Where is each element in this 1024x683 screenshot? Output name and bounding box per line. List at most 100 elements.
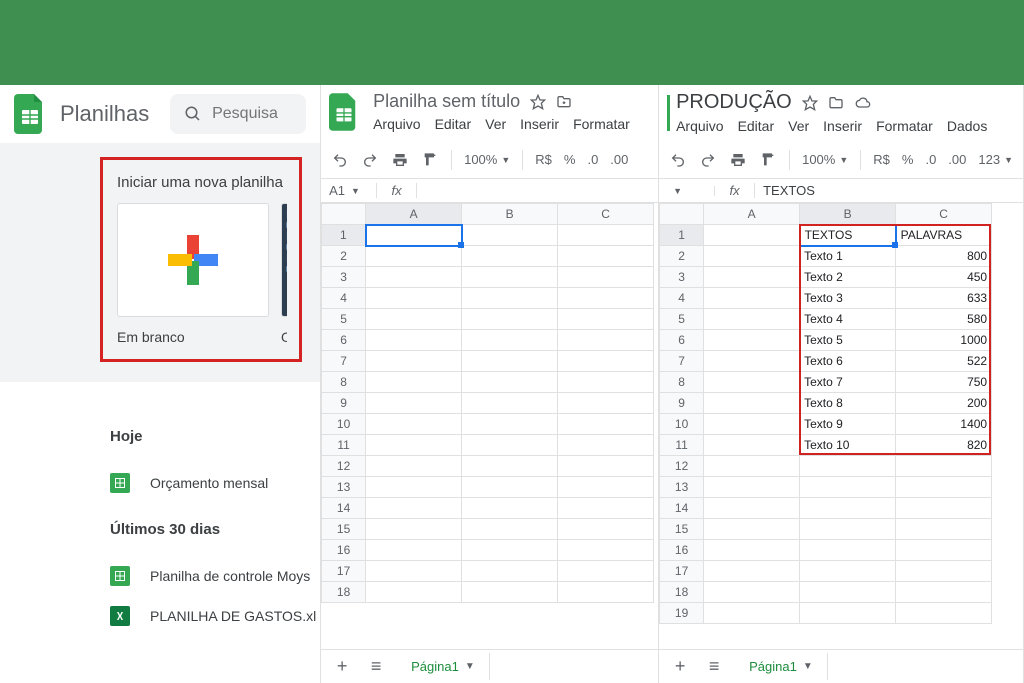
cell[interactable] [558, 477, 654, 498]
star-icon[interactable] [802, 95, 818, 111]
cell[interactable] [462, 351, 558, 372]
cell[interactable] [800, 561, 896, 582]
row-header[interactable]: 8 [660, 372, 704, 393]
cell[interactable] [558, 309, 654, 330]
cell[interactable] [462, 540, 558, 561]
row-header[interactable]: 10 [322, 414, 366, 435]
row-header[interactable]: 13 [660, 477, 704, 498]
row-header[interactable]: 16 [322, 540, 366, 561]
cell[interactable] [558, 582, 654, 603]
cell[interactable]: 580 [896, 309, 992, 330]
menu-item[interactable]: Arquivo [676, 118, 723, 134]
col-header[interactable]: A [704, 204, 800, 225]
row-header[interactable]: 3 [322, 267, 366, 288]
template-budget[interactable]: Orçame [281, 203, 287, 345]
row-header[interactable]: 15 [660, 519, 704, 540]
cell[interactable] [704, 288, 800, 309]
cell[interactable] [896, 498, 992, 519]
cell[interactable] [800, 519, 896, 540]
cell[interactable]: Texto 10 [800, 435, 896, 456]
row-header[interactable]: 9 [322, 393, 366, 414]
cell[interactable]: Texto 9 [800, 414, 896, 435]
cell[interactable] [704, 456, 800, 477]
cell[interactable] [462, 393, 558, 414]
dec-decrease-button[interactable]: .0 [921, 152, 940, 167]
file-row[interactable]: Planilha de controle Moys [110, 556, 320, 596]
cell[interactable] [558, 540, 654, 561]
cell[interactable] [704, 435, 800, 456]
cell[interactable] [366, 288, 462, 309]
cell[interactable] [558, 414, 654, 435]
cell[interactable] [896, 456, 992, 477]
cell[interactable] [704, 351, 800, 372]
cell[interactable]: 633 [896, 288, 992, 309]
formula-input[interactable]: TEXTOS [755, 183, 1023, 198]
move-icon[interactable] [828, 95, 844, 111]
cell[interactable] [366, 498, 462, 519]
cell[interactable] [366, 246, 462, 267]
dec-increase-button[interactable]: .00 [606, 152, 632, 167]
cell[interactable] [558, 225, 654, 246]
print-button[interactable] [725, 147, 751, 173]
star-icon[interactable] [530, 94, 546, 110]
row-header[interactable]: 17 [322, 561, 366, 582]
percent-button[interactable]: % [560, 152, 580, 167]
cell[interactable] [462, 246, 558, 267]
row-header[interactable]: 14 [322, 498, 366, 519]
menu-item[interactable]: Formatar [876, 118, 933, 134]
row-header[interactable]: 11 [660, 435, 704, 456]
row-header[interactable]: 16 [660, 540, 704, 561]
cell[interactable] [462, 519, 558, 540]
cell[interactable]: 1400 [896, 414, 992, 435]
row-header[interactable]: 7 [660, 351, 704, 372]
cell[interactable] [366, 435, 462, 456]
cell[interactable]: 200 [896, 393, 992, 414]
cell[interactable] [462, 288, 558, 309]
menu-item[interactable]: Dados [947, 118, 987, 134]
cell[interactable] [704, 519, 800, 540]
percent-button[interactable]: % [898, 152, 918, 167]
cell[interactable] [704, 561, 800, 582]
cell[interactable] [366, 519, 462, 540]
doc-title[interactable]: Planilha sem título [373, 91, 520, 112]
cell[interactable]: Texto 8 [800, 393, 896, 414]
cell[interactable]: 820 [896, 435, 992, 456]
all-sheets-button[interactable]: ≡ [363, 654, 389, 680]
cell[interactable] [800, 540, 896, 561]
cell[interactable] [366, 477, 462, 498]
cell[interactable] [704, 603, 800, 624]
cell[interactable] [704, 414, 800, 435]
cell[interactable] [704, 477, 800, 498]
cell[interactable] [704, 246, 800, 267]
sheet-tab[interactable]: Página1▼ [397, 653, 490, 680]
cell[interactable] [366, 225, 462, 246]
sheets-file-icon[interactable] [329, 93, 363, 137]
name-box[interactable]: A1▼ [321, 183, 377, 198]
cell[interactable] [558, 561, 654, 582]
sheet-tab[interactable]: Página1▼ [735, 653, 828, 680]
row-header[interactable]: 3 [660, 267, 704, 288]
cell[interactable] [896, 561, 992, 582]
row-header[interactable]: 8 [322, 372, 366, 393]
cell[interactable]: TEXTOS [800, 225, 896, 246]
add-sheet-button[interactable]: + [667, 654, 693, 680]
cell[interactable]: 1000 [896, 330, 992, 351]
cell[interactable] [366, 309, 462, 330]
cell[interactable]: Texto 7 [800, 372, 896, 393]
cell[interactable] [366, 582, 462, 603]
currency-button[interactable]: R$ [869, 152, 894, 167]
search-input[interactable] [212, 105, 292, 123]
row-header[interactable]: 9 [660, 393, 704, 414]
print-button[interactable] [387, 147, 413, 173]
cell[interactable]: Texto 3 [800, 288, 896, 309]
grid[interactable]: ABC1TEXTOSPALAVRAS2Texto 18003Texto 2450… [659, 203, 1023, 649]
cell[interactable] [366, 540, 462, 561]
cell[interactable] [462, 225, 558, 246]
menu-item[interactable]: Ver [485, 116, 506, 132]
paint-button[interactable] [417, 147, 443, 173]
dec-decrease-button[interactable]: .0 [583, 152, 602, 167]
cell[interactable]: PALAVRAS [896, 225, 992, 246]
row-header[interactable]: 18 [322, 582, 366, 603]
cell[interactable] [366, 351, 462, 372]
paint-button[interactable] [755, 147, 781, 173]
